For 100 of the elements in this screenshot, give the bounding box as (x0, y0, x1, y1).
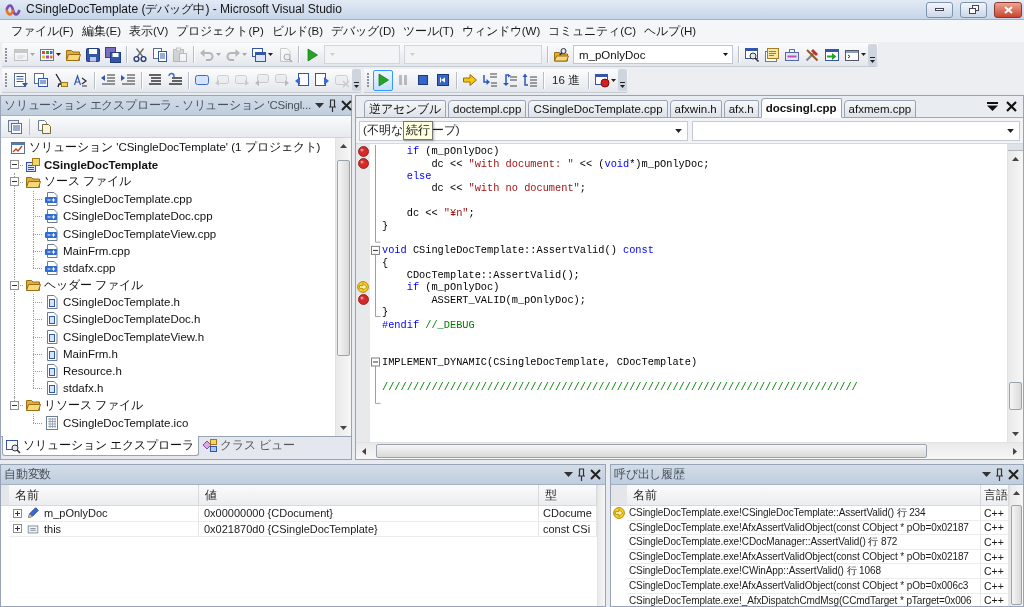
tree-item[interactable]: CSingleDocTemplateDoc.h (63, 313, 201, 326)
document-tab[interactable]: doctempl.cpp (448, 100, 527, 118)
splitter-handle[interactable] (1008, 144, 1023, 151)
scrollbar[interactable] (597, 485, 605, 606)
restore-button[interactable] (960, 1, 987, 18)
breakpoint-icon[interactable] (357, 294, 369, 306)
menu-item[interactable]: 表示(V) (125, 21, 173, 41)
menu-caret-icon[interactable] (987, 102, 998, 111)
menu-item[interactable]: デバッグ(D) (327, 21, 400, 41)
document-tab[interactable]: afxwin.h (669, 100, 722, 118)
breakpoint-icon[interactable] (357, 145, 369, 157)
combo-box[interactable]: m_pOnlyDoc (573, 45, 733, 64)
grip-icon[interactable] (366, 71, 371, 89)
scroll-up-icon[interactable] (1013, 491, 1020, 495)
table-cell[interactable]: CSingleDocTemplate.exe!CSingleDocTemplate::AssertValid() 行 234 (627, 506, 981, 521)
table-cell[interactable]: CSingleDocTemplate.exe!CDocManager::AssertValid() 行 872 (627, 535, 981, 550)
tree-item[interactable]: Resource.h (63, 365, 122, 378)
collapse-icon[interactable] (9, 280, 19, 290)
pin-icon[interactable] (995, 468, 1004, 481)
close-icon[interactable] (341, 100, 353, 111)
breakpoint-icon[interactable] (357, 158, 369, 170)
document-tab[interactable]: afx.h (723, 100, 759, 118)
tree-item[interactable]: ヘッダー ファイル (44, 277, 144, 293)
table-cell[interactable]: CSingleDocTemplate.exe!AfxAssertValidObject(const CObject * pOb=0x02187 (627, 549, 981, 565)
menu-item[interactable]: 編集(E) (77, 21, 126, 41)
scrollbar-thumb[interactable] (337, 160, 350, 357)
pin-icon[interactable] (577, 468, 586, 481)
expand-icon[interactable] (13, 508, 22, 518)
table-cell[interactable]: CSingleDocTemplate.exe!_AfxDispatchCmdMsg(CCmdTarget * pTarget=0x006 (627, 593, 981, 606)
tree-item[interactable]: リソース ファイル (44, 397, 144, 413)
tree-item[interactable]: CSingleDocTemplateView.cpp (63, 227, 217, 240)
tree-item[interactable]: stdafx.cpp (63, 261, 116, 274)
tree-item[interactable]: stdafx.h (63, 382, 104, 395)
collapse-icon[interactable] (9, 400, 19, 410)
column-header[interactable]: 名前 (15, 487, 39, 503)
table-cell[interactable]: CSingleDocTemplate.exe!AfxAssertValidObject(const CObject * pOb=0x006c3 (627, 578, 981, 594)
close-button[interactable] (994, 1, 1022, 18)
scrollbar[interactable] (335, 138, 351, 436)
column-header[interactable]: 名前 (633, 487, 657, 503)
tree-item[interactable]: MainFrm.cpp (63, 244, 131, 257)
tree-item[interactable]: CSingleDocTemplate.h (63, 296, 180, 309)
scrollbar-thumb[interactable] (1009, 382, 1022, 410)
scroll-right-icon[interactable] (1013, 447, 1017, 455)
collapse-icon[interactable] (9, 160, 19, 170)
tree-item[interactable]: ソース ファイル (44, 174, 132, 190)
expand-icon[interactable] (13, 524, 22, 534)
continue-button[interactable] (373, 69, 393, 91)
table-cell[interactable]: CSingleDocTemplate.exe!AfxAssertValidObject(const CObject * pOb=0x02187 (627, 520, 981, 536)
menu-item[interactable]: コミュニティ(C) (544, 21, 641, 41)
tree-item[interactable]: CSingleDocTemplate (44, 158, 159, 171)
hex-toggle-button[interactable]: 16 進 (547, 69, 585, 91)
caret-down-icon[interactable] (315, 103, 325, 108)
tree-item[interactable]: CSingleDocTemplate.ico (63, 416, 189, 429)
scrollbar-thumb[interactable] (1011, 505, 1022, 605)
menu-item[interactable]: ファイル(F) (7, 21, 78, 41)
scroll-down-icon[interactable] (1012, 432, 1019, 436)
save-all-button[interactable] (103, 44, 123, 65)
scrollbar[interactable] (1009, 485, 1023, 606)
scrollbar[interactable] (356, 442, 1023, 459)
scroll-up-icon[interactable] (1012, 157, 1019, 161)
menu-item[interactable]: ビルド(B) (267, 21, 328, 41)
overflow-icon[interactable] (868, 43, 877, 66)
scrollbar-thumb[interactable] (376, 444, 928, 458)
pin-icon[interactable] (328, 99, 338, 112)
grip-icon[interactable] (4, 71, 9, 89)
overflow-icon[interactable] (352, 69, 361, 91)
document-tab[interactable]: afxmem.cpp (843, 100, 917, 118)
collapse-icon[interactable] (9, 177, 19, 187)
caret-down-icon[interactable] (564, 472, 573, 477)
menu-item[interactable]: ヘルプ(H) (640, 21, 701, 41)
tree-item[interactable]: CSingleDocTemplateView.h (63, 330, 205, 343)
scroll-down-icon[interactable] (340, 426, 347, 430)
document-tab[interactable]: docsingl.cpp (760, 98, 842, 118)
close-icon[interactable] (1006, 101, 1017, 112)
document-tab[interactable]: 逆アセンブル (364, 100, 446, 118)
column-header[interactable]: 言語 (984, 487, 1008, 503)
grip-icon[interactable] (4, 45, 9, 64)
column-header[interactable]: 型 (545, 487, 557, 503)
minimize-button[interactable] (926, 1, 953, 18)
table-cell[interactable]: CSingleDocTemplate.exe!CWinApp::AssertValid() 行 1068 (627, 564, 981, 579)
scroll-up-icon[interactable] (340, 144, 347, 148)
overflow-icon[interactable] (618, 69, 627, 91)
tree-item[interactable]: CSingleDocTemplate.cpp (63, 193, 193, 206)
scrollbar[interactable] (1007, 144, 1023, 442)
tree-item[interactable]: MainFrm.h (63, 347, 118, 360)
close-icon[interactable] (590, 469, 601, 480)
document-tab[interactable]: CSingleDocTemplate.cpp (528, 100, 668, 118)
menu-item[interactable]: ツール(T) (399, 21, 458, 41)
scope-dropdown[interactable]: (不明な 続行 ープ) (359, 120, 688, 141)
menu-item[interactable]: プロジェクト(P) (172, 21, 268, 41)
close-icon[interactable] (1008, 469, 1019, 480)
scroll-left-icon[interactable] (362, 447, 366, 455)
column-header[interactable]: 値 (205, 487, 217, 503)
collapse-icon[interactable] (371, 245, 380, 255)
tree-item[interactable]: CSingleDocTemplateDoc.cpp (63, 210, 213, 223)
tree-item[interactable]: ソリューション 'CSingleDocTemplate' (1 プロジェクト) (29, 140, 321, 156)
caret-down-icon[interactable] (982, 472, 991, 477)
menu-item[interactable]: ウィンドウ(W) (457, 21, 545, 41)
panel-tab[interactable]: クラス ビュー (199, 436, 301, 455)
panel-tab[interactable]: ソリューション エクスプローラ (2, 436, 200, 456)
